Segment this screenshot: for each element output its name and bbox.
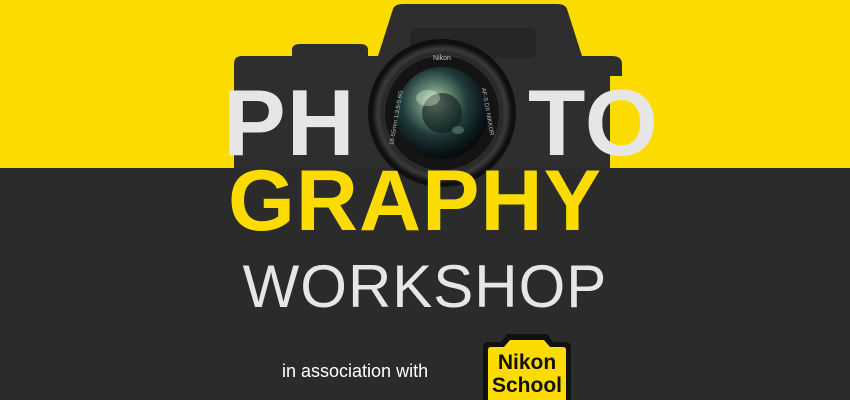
nikon-school-badge: Nikon School (479, 334, 575, 400)
headline-graphy: GRAPHY (228, 153, 602, 249)
association-text: in association with (282, 361, 429, 381)
headline: PH TO GRAPHY WORKSHOP (0, 0, 850, 400)
badge-line2: School (491, 374, 562, 397)
badge-line1: Nikon (497, 351, 557, 374)
headline-workshop: WORKSHOP (242, 253, 608, 320)
workshop-banner: Nikon AF-S DX NIKKOR 18-55mm 1:3.5-5.6G … (0, 0, 850, 400)
